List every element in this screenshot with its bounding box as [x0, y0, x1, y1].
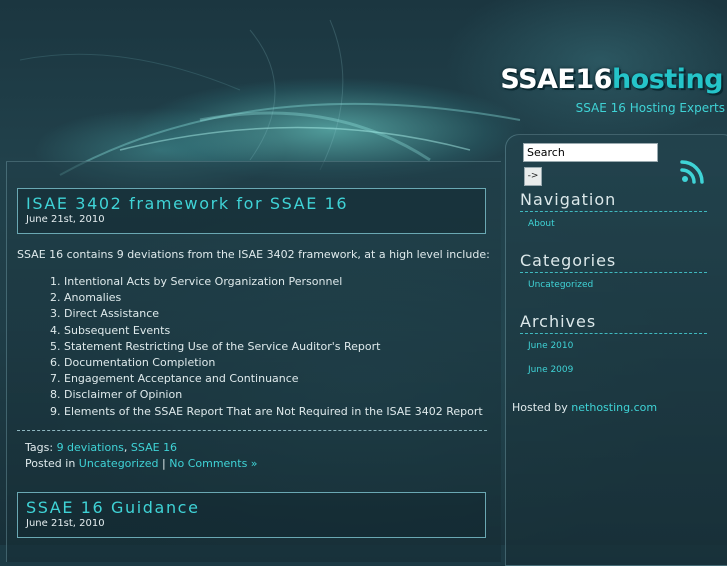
tag-link-ssae-16[interactable]: SSAE 16	[131, 441, 177, 454]
post-meta: Posted in Uncategorized | No Comments »	[25, 457, 258, 470]
post-header: SSAE 16 Guidance June 21st, 2010	[17, 492, 486, 538]
sidebar-link-uncategorized[interactable]: Uncategorized	[528, 280, 593, 290]
list-item: 6. Documentation Completion	[50, 356, 216, 370]
list-item: 7. Engagement Acceptance and Continuance	[50, 372, 299, 386]
site-logo[interactable]: SSAE16hosting	[500, 64, 723, 95]
posted-in-label: Posted in	[25, 457, 76, 470]
comments-link[interactable]: No Comments »	[169, 457, 257, 470]
list-item: 8. Disclaimer of Opinion	[50, 388, 183, 402]
meta-separator: |	[162, 457, 166, 470]
post-tags: Tags: 9 deviations, SSAE 16	[25, 441, 178, 454]
sidebar-heading-archives: Archives	[520, 312, 707, 334]
sidebar-link-june-2010[interactable]: June 2010	[528, 341, 573, 351]
post-date: June 21st, 2010	[26, 518, 105, 529]
tags-label: Tags:	[25, 441, 54, 454]
list-item: 5. Statement Restricting Use of the Serv…	[50, 339, 381, 353]
post-intro: SSAE 16 contains 9 deviations from the I…	[17, 248, 490, 261]
post-title-link[interactable]: ISAE 3402 framework for SSAE 16	[26, 194, 348, 213]
post-title-link[interactable]: SSAE 16 Guidance	[26, 498, 200, 517]
post-divider	[17, 430, 487, 431]
post-header: ISAE 3402 framework for SSAE 16 June 21s…	[17, 188, 486, 234]
hosted-by-label: Hosted by	[512, 401, 568, 414]
list-item: 2. Anomalies	[50, 291, 122, 305]
sidebar-link-june-2009[interactable]: June 2009	[528, 365, 573, 375]
sidebar-heading-navigation: Navigation	[520, 190, 707, 212]
list-item: 4. Subsequent Events	[50, 323, 171, 337]
sidebar-heading-categories: Categories	[520, 251, 707, 273]
hosted-by-link[interactable]: nethosting.com	[571, 401, 657, 414]
hosted-by: Hosted by nethosting.com	[512, 401, 657, 414]
list-item: 1. Intentional Acts by Service Organizat…	[50, 275, 343, 288]
list-item: 9. Elements of the SSAE Report That are …	[50, 404, 483, 418]
site-tagline: SSAE 16 Hosting Experts	[575, 101, 725, 115]
search-input[interactable]	[523, 143, 658, 162]
post-date: June 21st, 2010	[26, 214, 105, 225]
search-button[interactable]: ->	[524, 167, 542, 186]
sidebar-link-about[interactable]: About	[528, 219, 555, 229]
category-link[interactable]: Uncategorized	[79, 457, 159, 470]
list-item: 3. Direct Assistance	[50, 307, 160, 321]
deviations-list: 1. Intentional Acts by Service Organizat…	[50, 274, 483, 420]
rss-icon[interactable]	[680, 158, 706, 184]
tag-link-9-deviations[interactable]: 9 deviations	[57, 441, 124, 454]
